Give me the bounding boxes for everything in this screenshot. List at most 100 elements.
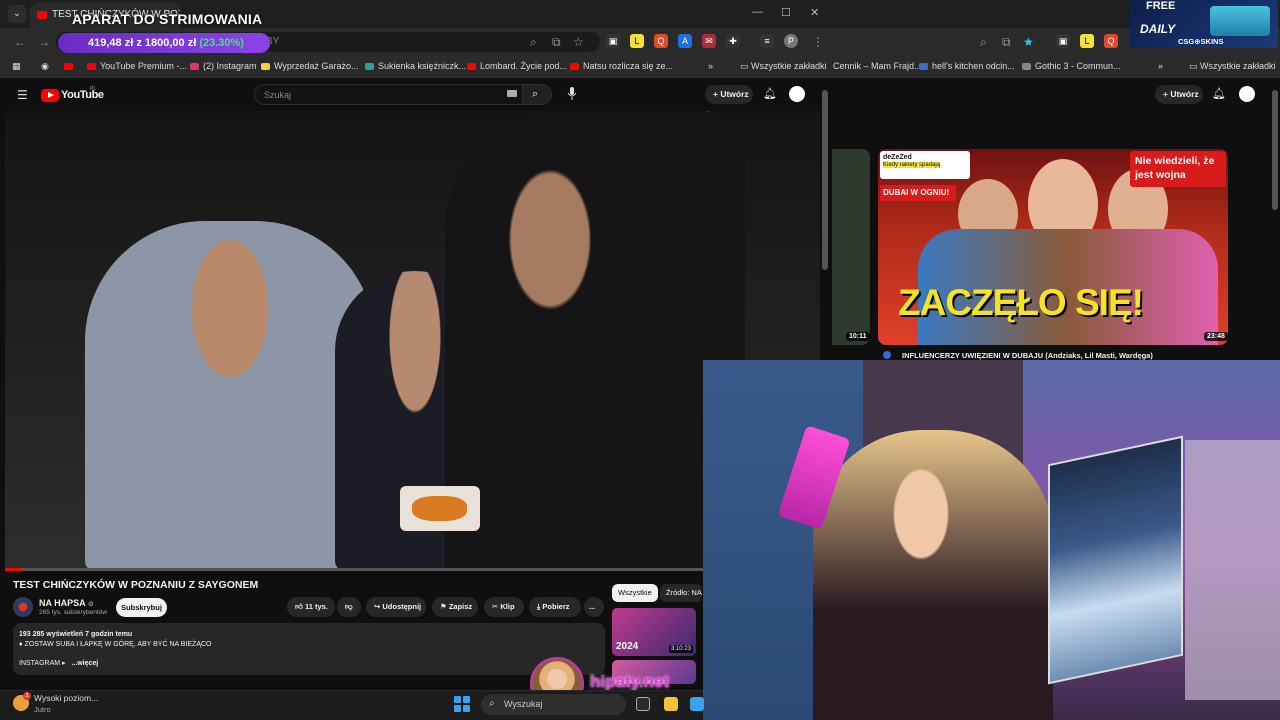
create-button[interactable]: + Utwórz xyxy=(705,85,753,104)
youtube-logo-icon[interactable] xyxy=(41,89,59,102)
bookmark-star-icon[interactable]: ★ xyxy=(1023,35,1034,49)
chip-all[interactable]: Wszystkie xyxy=(612,584,658,602)
hamburger-menu-icon[interactable]: ☰ xyxy=(17,88,28,102)
maximize-icon[interactable]: ☐ xyxy=(781,6,791,19)
task-view-icon[interactable] xyxy=(636,697,650,711)
bookmark-item[interactable]: YouTube Premium -... xyxy=(87,61,187,71)
notification-title[interactable]: Wysoki poziom... xyxy=(34,693,98,703)
taskbar-app-icon[interactable] xyxy=(690,697,704,711)
more-actions-button[interactable]: ... xyxy=(584,597,604,617)
bookmark-item[interactable]: hell's kitchen odcin... xyxy=(919,61,1015,71)
mic-icon[interactable] xyxy=(567,86,577,101)
share-label: Udostępnij xyxy=(382,602,422,611)
save-label: Zapisz xyxy=(448,602,473,611)
create-button[interactable]: + Utwórz xyxy=(1155,85,1203,104)
bookmarks-overflow-icon[interactable]: » xyxy=(708,61,713,71)
video-title: TEST CHIŃCZYKÓW W POZNANIU Z SAYGONEM xyxy=(13,579,259,591)
bookmark-youtube-icon[interactable] xyxy=(64,61,77,71)
related-video-thumbnail[interactable]: 2024 3:10:23 xyxy=(612,608,696,656)
more-description-link[interactable]: ...więcej xyxy=(71,660,98,667)
bookmark-item[interactable]: Sukienka księżniczk... xyxy=(365,61,466,71)
tweet-line: Kiedy rakiety spadają xyxy=(883,162,941,168)
taskbar-search[interactable]: ⌕ Wyszukaj xyxy=(481,694,626,715)
extension-l-icon[interactable]: L xyxy=(630,34,644,48)
all-bookmarks-folder[interactable]: ▭ Wszystkie zakładki xyxy=(740,61,827,72)
download-button[interactable]: ⤓ Pobierz xyxy=(529,597,581,617)
like-button[interactable]: 👍︎ 11 tys. xyxy=(287,597,335,617)
bookmark-item[interactable]: Natsu rozlicza się ze... xyxy=(570,61,673,71)
ad-daily-text: DAILY xyxy=(1140,22,1176,36)
youtube-favicon-icon xyxy=(37,11,47,19)
subscribe-button[interactable]: Subskrybuj xyxy=(116,598,167,617)
ad-free-text: FREE xyxy=(1146,0,1176,12)
search-button[interactable]: ⌕ xyxy=(522,84,552,105)
extension-search-icon[interactable]: Q xyxy=(1104,34,1118,48)
extensions-puzzle-icon[interactable]: ✚ xyxy=(726,34,740,48)
account-avatar[interactable] xyxy=(1239,86,1255,102)
clip-button[interactable]: ✂ Klip xyxy=(484,597,524,617)
extension-icon[interactable]: ▣ xyxy=(606,34,620,48)
media-control-icon[interactable]: ≡ xyxy=(760,34,774,48)
bookmark-label: YouTube Premium -... xyxy=(100,61,187,71)
painting-canvas xyxy=(1048,435,1183,685)
extension-translate-icon[interactable]: A xyxy=(678,34,692,48)
bookmark-item[interactable]: Gothic 3 - Commun... xyxy=(1022,61,1121,71)
dislike-button[interactable]: 👎︎ xyxy=(337,597,361,617)
page-scrollbar[interactable] xyxy=(822,90,828,270)
streamer xyxy=(813,430,1053,720)
forward-icon[interactable]: → xyxy=(38,35,50,49)
share-button[interactable]: ↪ Udostępnij xyxy=(366,597,426,617)
channel-name[interactable]: NA HAPSA ⊘ xyxy=(39,598,94,608)
youtube-logo-text[interactable]: YouTube xyxy=(61,89,104,101)
page-scrollbar[interactable] xyxy=(1272,90,1278,210)
youtube-search-input[interactable]: Szukaj xyxy=(254,84,524,105)
extension-gmail-icon[interactable]: ✉ xyxy=(702,34,716,48)
youtube-region: PL xyxy=(90,86,97,92)
file-explorer-icon[interactable] xyxy=(664,697,678,711)
ad-brand-text: CSG⊕SKINS xyxy=(1178,37,1224,46)
related-video-thumbnail[interactable] xyxy=(832,149,870,345)
menu-kebab-icon[interactable]: ⋮ xyxy=(812,35,824,49)
create-label: Utwórz xyxy=(1170,89,1199,99)
extension-search-icon[interactable]: Q xyxy=(654,34,668,48)
profile-avatar[interactable]: P xyxy=(784,34,798,48)
extension-icon[interactable]: ▣ xyxy=(1056,34,1070,48)
bookmark-item[interactable]: Cennik – Mam Frajd... xyxy=(833,61,922,71)
video-player[interactable] xyxy=(5,111,820,570)
bookmark-label: Wyprzedaż Garażo... xyxy=(274,61,359,71)
zoom-icon[interactable]: ⌕ xyxy=(530,35,537,50)
verified-icon: ⊘ xyxy=(87,601,94,608)
video-person xyxy=(85,221,375,570)
channel-avatar[interactable] xyxy=(13,597,33,617)
account-avatar[interactable] xyxy=(789,86,805,102)
bookmark-label: Natsu rozlicza się ze... xyxy=(583,61,674,71)
bookmark-item[interactable]: Wyprzedaż Garażo... xyxy=(261,61,358,71)
bookmark-item[interactable]: (2) Instagram xyxy=(190,61,257,71)
save-button[interactable]: ⚑ Zapisz xyxy=(432,597,478,617)
notification-subtitle: Jutro xyxy=(34,705,51,714)
instagram-link[interactable]: INSTAGRAM ▸ xyxy=(19,660,66,667)
related-video-title[interactable]: INFLUENCERZY UWIĘZIENI W DUBAJU (Andziak… xyxy=(902,351,1153,360)
bookmark-star-icon[interactable]: ☆ xyxy=(573,35,584,49)
bookmarks-overflow-icon[interactable]: » xyxy=(1158,61,1163,71)
chip-source[interactable]: Źródło: NA I xyxy=(660,584,702,602)
bookmark-github-icon[interactable]: ◉ xyxy=(41,61,49,72)
zoom-icon[interactable]: ⌕ xyxy=(980,35,987,50)
video-progress-track[interactable] xyxy=(5,568,820,571)
back-icon[interactable]: ← xyxy=(14,35,26,49)
bookmark-item[interactable]: Lombard. Życie pod... xyxy=(467,61,567,71)
extension-l-icon[interactable]: L xyxy=(1080,34,1094,48)
close-icon[interactable]: ✕ xyxy=(810,6,819,19)
apps-grid-icon[interactable]: ▦ xyxy=(12,61,21,72)
keyboard-icon[interactable] xyxy=(507,90,517,97)
notifications-bell-icon[interactable]: 🔔︎ xyxy=(1212,87,1226,100)
channel-mini-avatar[interactable] xyxy=(883,351,891,359)
share-icon[interactable]: ⧉ xyxy=(1002,35,1011,50)
notifications-bell-icon[interactable]: 🔔︎ xyxy=(763,87,777,100)
video-description[interactable]: 193 285 wyświetleń 7 godzin temu ♦ ZOSTA… xyxy=(13,623,605,675)
minimize-icon[interactable]: — xyxy=(752,6,763,18)
all-bookmarks-folder[interactable]: ▭ Wszystkie zakładki xyxy=(1189,61,1276,72)
windows-start-icon[interactable] xyxy=(454,696,470,712)
share-icon[interactable]: ⧉ xyxy=(552,35,561,50)
tab-search-button[interactable]: ⌄ xyxy=(8,5,26,23)
